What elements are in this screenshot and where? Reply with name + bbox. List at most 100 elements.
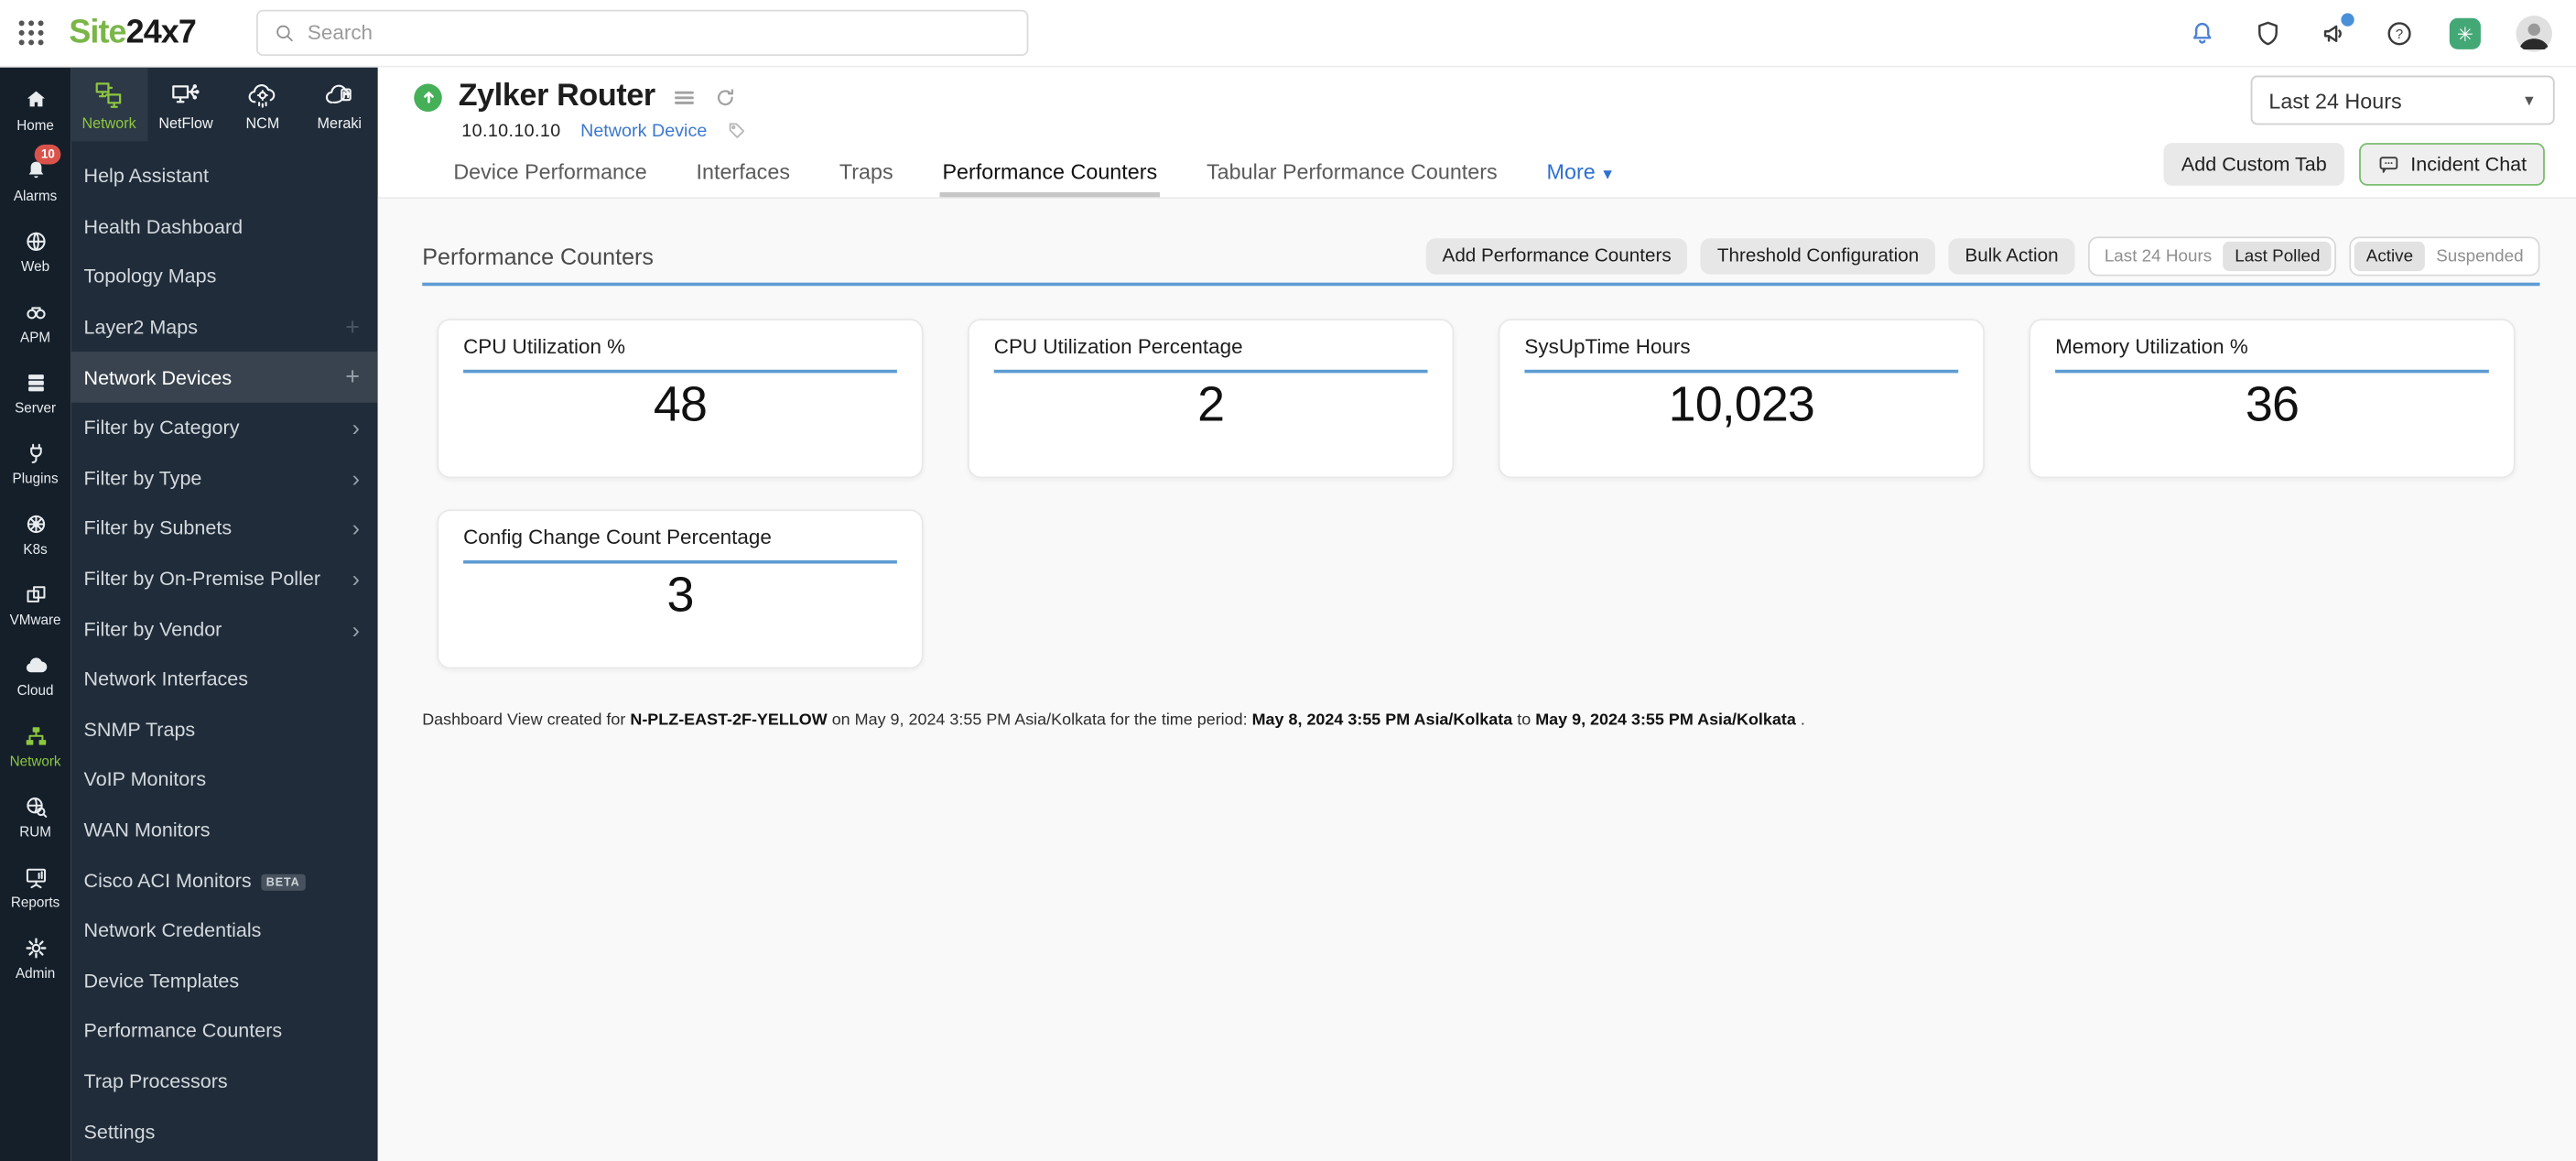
- meraki-cloud-icon: [323, 78, 356, 111]
- sidebar-item-trap-processors[interactable]: Trap Processors: [70, 1056, 378, 1106]
- sidebar-item-topology-maps[interactable]: Topology Maps: [70, 252, 378, 302]
- counter-card[interactable]: Config Change Count Percentage 3: [437, 509, 924, 669]
- monitor-ip: 10.10.10.10: [461, 120, 561, 141]
- add-custom-tab-button[interactable]: Add Custom Tab: [2163, 143, 2345, 186]
- time-range-dropdown[interactable]: Last 24 Hours ▼: [2250, 75, 2555, 125]
- rail-item-admin[interactable]: Admin: [0, 922, 70, 993]
- sidebar-item-cisco-aci-monitors[interactable]: Cisco ACI Monitors BETA: [70, 855, 378, 906]
- help-icon[interactable]: ?: [2384, 18, 2415, 49]
- rail-item-server[interactable]: Server: [0, 356, 70, 427]
- toggle-option-active[interactable]: Active: [2354, 241, 2425, 272]
- performance-counters-section: Performance Counters Add Performance Cou…: [377, 199, 2576, 1161]
- sidebar-item-voip-monitors[interactable]: VoIP Monitors: [70, 754, 378, 805]
- sidebar-item-layer2-maps[interactable]: Layer2 Maps +: [70, 302, 378, 353]
- rail-item-web[interactable]: Web: [0, 215, 70, 286]
- rail-item-alarms[interactable]: Alarms 10: [0, 144, 70, 215]
- megaphone-icon[interactable]: [2318, 13, 2354, 49]
- sidebar-tab-netflow[interactable]: NetFlow: [147, 68, 224, 142]
- counter-title: Memory Utilization %: [2055, 335, 2248, 359]
- ai-assistant-icon[interactable]: ✳: [2449, 17, 2481, 49]
- bulk-action-button[interactable]: Bulk Action: [1948, 238, 2075, 275]
- rail-item-plugins[interactable]: Plugins: [0, 428, 70, 498]
- logo-part-green: Site: [69, 14, 126, 50]
- sidebar-item-performance-counters[interactable]: Performance Counters: [70, 1005, 378, 1056]
- plus-icon[interactable]: +: [345, 365, 360, 390]
- rail-item-reports[interactable]: Reports: [0, 852, 70, 922]
- sidebar-item-filter-by-on-premise-poller[interactable]: Filter by On-Premise Poller ›: [70, 553, 378, 603]
- counter-card[interactable]: CPU Utilization % 48: [437, 319, 924, 479]
- rail-item-vmware[interactable]: VMware: [0, 569, 70, 639]
- toggle-option-last-polled[interactable]: Last Polled: [2223, 241, 2332, 272]
- incident-chat-button[interactable]: Incident Chat: [2359, 143, 2545, 186]
- sidebar-item-network-devices[interactable]: Network Devices +: [70, 352, 378, 403]
- rail-item-k8s[interactable]: K8s: [0, 498, 70, 569]
- add-performance-counters-button[interactable]: Add Performance Counters: [1425, 238, 1688, 275]
- counter-value: 3: [666, 568, 694, 624]
- rail-item-apm[interactable]: APM: [0, 286, 70, 356]
- topbar-icons: ? ✳: [2187, 0, 2553, 68]
- plus-icon[interactable]: +: [345, 315, 360, 340]
- sidebar-tab-meraki[interactable]: Meraki: [301, 68, 378, 142]
- network-monitors-icon: [92, 78, 125, 111]
- hamburger-menu-icon[interactable]: [672, 84, 697, 109]
- tab-interfaces[interactable]: Interfaces: [693, 159, 794, 197]
- shield-icon[interactable]: [2252, 18, 2283, 49]
- tab-tabular-performance-counters[interactable]: Tabular Performance Counters: [1203, 159, 1500, 197]
- counter-title: CPU Utilization Percentage: [993, 335, 1243, 359]
- sidebar-tab-ncm[interactable]: NCM: [224, 68, 301, 142]
- bell-icon[interactable]: [2187, 18, 2218, 49]
- sidebar-item-device-templates[interactable]: Device Templates: [70, 956, 378, 1006]
- counter-card[interactable]: Memory Utilization % 36: [2029, 319, 2516, 479]
- global-search[interactable]: [256, 9, 1029, 57]
- top-bar: Site24x7 ?✳: [0, 0, 2576, 68]
- toggle-option-last-24-hours[interactable]: Last 24 Hours: [2093, 242, 2223, 271]
- sidebar-item-wan-monitors[interactable]: WAN Monitors: [70, 805, 378, 855]
- refresh-icon[interactable]: [713, 84, 738, 109]
- chevron-right-icon: ›: [352, 515, 361, 542]
- rail-item-home[interactable]: Home: [0, 74, 70, 145]
- sidebar-item-network-credentials[interactable]: Network Credentials: [70, 906, 378, 956]
- plug-icon: [22, 439, 49, 466]
- tab-traps[interactable]: Traps: [836, 159, 896, 197]
- sidebar-tab-network[interactable]: Network: [70, 67, 148, 142]
- status-up-icon: [414, 82, 442, 112]
- sidebar-item-filter-by-category[interactable]: Filter by Category ›: [70, 403, 378, 453]
- notification-dot: [2341, 13, 2354, 27]
- sidebar-item-snmp-traps[interactable]: SNMP Traps: [70, 704, 378, 754]
- beta-badge: BETA: [261, 873, 306, 891]
- server-icon: [22, 369, 49, 396]
- tab-device-performance[interactable]: Device Performance: [450, 159, 651, 197]
- search-input[interactable]: [307, 21, 1012, 45]
- tab-performance-counters[interactable]: Performance Counters: [938, 159, 1161, 198]
- counter-card[interactable]: SysUpTime Hours 10,023: [1498, 319, 1985, 479]
- header-buttons: Add Custom Tab Incident Chat: [2163, 143, 2545, 186]
- counter-card[interactable]: CPU Utilization Percentage 2: [968, 319, 1455, 479]
- user-avatar[interactable]: [2516, 15, 2553, 52]
- counter-value: 36: [2245, 377, 2300, 432]
- section-title: Performance Counters: [422, 243, 654, 270]
- monitor-title: Zylker Router: [458, 79, 656, 114]
- sidebar-item-network-interfaces[interactable]: Network Interfaces: [70, 654, 378, 704]
- rail-item-rum[interactable]: RUM: [0, 780, 70, 851]
- toggle-option-suspended[interactable]: Suspended: [2425, 242, 2535, 271]
- rum-icon: [22, 793, 49, 819]
- rail-item-network[interactable]: Network: [0, 710, 70, 780]
- monitor-type-link[interactable]: Network Device: [580, 121, 707, 141]
- netflow-icon: [169, 78, 202, 111]
- sidebar-item-settings[interactable]: Settings: [70, 1106, 378, 1156]
- threshold-configuration-button[interactable]: Threshold Configuration: [1700, 238, 1936, 275]
- sidebar-item-help-assistant[interactable]: Help Assistant: [70, 151, 378, 201]
- apps-grid-icon[interactable]: [15, 16, 48, 49]
- sidebar-item-health-dashboard[interactable]: Health Dashboard: [70, 201, 378, 252]
- tab-more[interactable]: More ▼: [1543, 159, 1618, 197]
- tag-icon[interactable]: [727, 120, 748, 141]
- home-icon: [22, 86, 49, 113]
- rail-item-cloud[interactable]: Cloud: [0, 639, 70, 710]
- sidebar-item-filter-by-subnets[interactable]: Filter by Subnets ›: [70, 503, 378, 553]
- globe-icon: [22, 228, 49, 255]
- caret-down-icon: ▼: [1600, 166, 1616, 183]
- app-window: Site24x7 ?✳ Home Alarms 10 Web APM Serve…: [0, 0, 2576, 1161]
- sidebar-item-filter-by-type[interactable]: Filter by Type ›: [70, 453, 378, 504]
- sidebar-item-filter-by-vendor[interactable]: Filter by Vendor ›: [70, 603, 378, 654]
- site24x7-logo[interactable]: Site24x7: [69, 14, 196, 51]
